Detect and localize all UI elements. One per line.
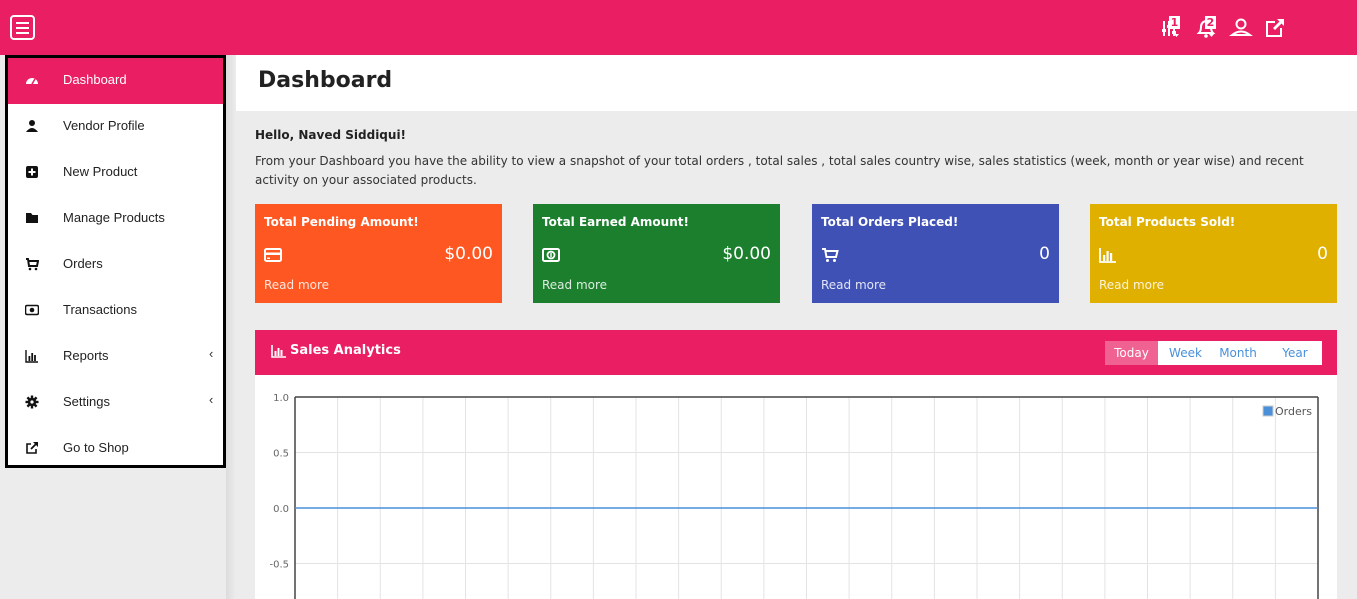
equalizer-icon[interactable]: 1 — [1159, 16, 1189, 46]
sidebar-item-label: Orders — [63, 256, 103, 271]
sales-analytics-title: Sales Analytics — [290, 343, 401, 358]
tab-week[interactable]: Week — [1163, 341, 1208, 365]
sidebar-item-go-to-shop[interactable]: Go to Shop — [8, 426, 223, 472]
sidebar-item-label: Go to Shop — [63, 440, 129, 455]
user-icon — [26, 120, 38, 132]
sidebar-shadow — [226, 55, 236, 599]
sidebar-item-label: Manage Products — [63, 210, 165, 225]
y-tick-label: 0.0 — [273, 504, 289, 515]
user-icon[interactable] — [1229, 16, 1259, 46]
money-icon — [25, 304, 39, 316]
read-more-link[interactable]: Read more — [821, 278, 886, 292]
card-title: Total Products Sold! — [1099, 215, 1236, 229]
card-orders-placed: Total Orders Placed! 0 Read more — [812, 204, 1059, 303]
plus-square-icon — [26, 166, 38, 178]
legend-label-orders: Orders — [1275, 405, 1312, 418]
sidebar-item-dashboard[interactable]: Dashboard — [8, 58, 223, 104]
notification-badge: 1 — [1169, 16, 1180, 29]
card-title: Total Pending Amount! — [264, 215, 419, 229]
legend-swatch-orders — [1262, 405, 1274, 417]
card-value: $0.00 — [722, 244, 771, 264]
card-title: Total Earned Amount! — [542, 215, 689, 229]
sidebar: Dashboard Vendor Profile New Product Man… — [5, 55, 226, 468]
period-tabs: Today Week Month Year — [1105, 341, 1322, 365]
card-value: $0.00 — [444, 244, 493, 264]
y-tick-label: 1.0 — [273, 393, 289, 404]
bar-chart-icon — [25, 350, 38, 363]
hamburger-icon[interactable] — [10, 15, 35, 40]
chevron-left-icon: ‹ — [209, 392, 214, 407]
intro-text: From your Dashboard you have the ability… — [255, 154, 1304, 187]
cart-icon — [822, 248, 839, 262]
sales-line-chart: 1.0 0.5 0.0 -0.5 Orders — [269, 393, 1319, 599]
sales-analytics-panel: Sales Analytics Today Week Month Year 1.… — [255, 330, 1337, 599]
sidebar-item-label: Settings — [63, 394, 110, 409]
bell-icon[interactable]: 2 — [1195, 16, 1225, 46]
card-title: Total Orders Placed! — [821, 215, 959, 229]
sidebar-item-vendor-profile[interactable]: Vendor Profile — [8, 104, 223, 150]
sidebar-item-label: Dashboard — [63, 72, 127, 87]
tab-today[interactable]: Today — [1105, 341, 1158, 365]
card-pending-amount: Total Pending Amount! $0.00 Read more — [255, 204, 502, 303]
sidebar-item-orders[interactable]: Orders — [8, 242, 223, 288]
card-value: 0 — [1317, 244, 1328, 264]
cart-icon — [26, 258, 39, 271]
y-tick-label: 0.5 — [273, 449, 289, 460]
top-navbar: 1 2 — [0, 0, 1357, 55]
folder-icon — [26, 213, 38, 223]
sidebar-item-label: Vendor Profile — [63, 118, 145, 133]
read-more-link[interactable]: Read more — [542, 278, 607, 292]
gear-icon — [25, 395, 39, 409]
bar-chart-icon — [1099, 248, 1116, 263]
greeting-text: Hello, Naved Siddiqui! — [255, 128, 407, 142]
sidebar-item-manage-products[interactable]: Manage Products — [8, 196, 223, 242]
read-more-link[interactable]: Read more — [264, 278, 329, 292]
page-title: Dashboard — [258, 68, 393, 93]
card-value: 0 — [1039, 244, 1050, 264]
sidebar-item-label: Transactions — [63, 302, 137, 317]
external-link-icon[interactable] — [1263, 16, 1293, 46]
card-earned-amount: Total Earned Amount! $0.00 Read more — [533, 204, 780, 303]
money-icon — [542, 248, 560, 262]
sidebar-item-new-product[interactable]: New Product — [8, 150, 223, 196]
sidebar-item-transactions[interactable]: Transactions — [8, 288, 223, 334]
dashboard-icon — [26, 78, 38, 85]
tab-year[interactable]: Year — [1270, 341, 1320, 365]
credit-card-icon — [264, 248, 282, 262]
page-header: Dashboard — [236, 55, 1357, 111]
sidebar-item-label: New Product — [63, 164, 138, 179]
sidebar-item-settings[interactable]: Settings ‹ — [8, 380, 223, 426]
notification-badge: 2 — [1205, 16, 1216, 29]
sidebar-item-reports[interactable]: Reports ‹ — [8, 334, 223, 380]
sidebar-item-label: Reports — [63, 348, 109, 363]
read-more-link[interactable]: Read more — [1099, 278, 1164, 292]
chevron-left-icon: ‹ — [209, 346, 214, 361]
y-tick-label: -0.5 — [269, 560, 289, 571]
external-link-icon — [26, 442, 38, 454]
bar-chart-icon — [271, 345, 286, 358]
card-products-sold: Total Products Sold! 0 Read more — [1090, 204, 1337, 303]
tab-month[interactable]: Month — [1211, 341, 1265, 365]
sales-analytics-header: Sales Analytics Today Week Month Year — [255, 330, 1337, 375]
